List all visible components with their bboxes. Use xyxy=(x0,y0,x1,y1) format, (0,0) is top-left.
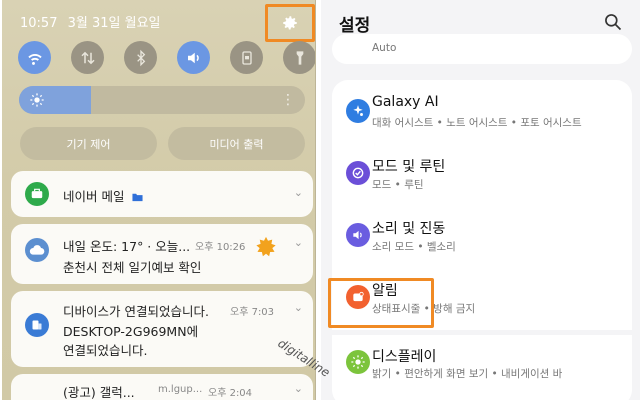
chevron-down-icon[interactable]: ⌄ xyxy=(294,301,303,314)
notification-card[interactable]: 네이버 메일 ⌄ xyxy=(11,171,313,217)
settings-item-subtitle: 밝기 • 편안하게 화면 보기 • 내비게이션 바 xyxy=(372,368,563,380)
display-icon xyxy=(346,350,370,374)
mobile-data-toggle[interactable] xyxy=(71,41,104,74)
notification-body: 춘천시 전체 일기예보 확인 xyxy=(63,260,202,275)
settings-item-display[interactable]: 디스플레이 밝기 • 편안하게 화면 보기 • 내비게이션 바 xyxy=(332,330,632,392)
settings-item-subtitle: 소리 모드 • 벨소리 xyxy=(372,241,456,253)
notification-card[interactable]: 내일 온도: 17° · 오늘... 오후 10:26 춘천시 전체 일기예보 … xyxy=(11,224,313,284)
flashlight-icon xyxy=(296,50,303,65)
gear-icon xyxy=(283,16,297,30)
settings-group: Galaxy AI 대화 어시스트 • 노트 어시스트 • 포토 어시스트 모드… xyxy=(332,80,632,400)
sun-weather-icon xyxy=(256,236,276,257)
notification-time: 오후 10:26 xyxy=(195,242,246,253)
chevron-down-icon[interactable]: ⌄ xyxy=(294,236,303,249)
notification-time: 오후 2:04 xyxy=(208,388,253,399)
volume-icon xyxy=(346,223,370,247)
mode-routine-icon xyxy=(346,161,370,185)
notification-source: m.lgup... xyxy=(158,384,203,395)
notification-time: 오후 7:03 xyxy=(230,307,275,318)
data-transfer-icon xyxy=(80,51,95,64)
settings-item-galaxy-ai[interactable]: Galaxy AI 대화 어시스트 • 노트 어시스트 • 포토 어시스트 xyxy=(332,82,632,144)
settings-item-sound-vibration[interactable]: 소리 및 진동 소리 모드 • 벨소리 xyxy=(332,206,632,268)
settings-item-modes-routines[interactable]: 모드 및 루틴 모드 • 루틴 xyxy=(332,144,632,206)
galaxy-ai-icon xyxy=(346,99,370,123)
bluetooth-icon xyxy=(136,49,145,66)
status-bar: 10:57 3월 31일 월요일 xyxy=(20,12,161,31)
notification-card[interactable]: (광고) 갤럭... m.lgup... 오후 2:04 ⌄ xyxy=(11,374,313,400)
notification-body-line2: 연결되었습니다. xyxy=(63,343,148,358)
page-title: 설정 xyxy=(339,16,371,36)
wifi-toggle[interactable] xyxy=(18,41,51,74)
notification-body-line1: DESKTOP-2G969MN에 xyxy=(63,324,199,339)
mail-app-icon xyxy=(25,182,49,206)
notification-title: (광고) 갤럭... xyxy=(63,385,135,400)
settings-screen: 설정 Auto Galaxy AI 대화 어시스트 • 노트 어시스트 • 포토… xyxy=(321,0,640,400)
settings-item-title: 디스플레이 xyxy=(372,349,437,365)
media-output-button[interactable]: 미디어 출력 xyxy=(168,127,305,160)
brightness-slider[interactable]: ⋮ xyxy=(19,86,305,114)
screenshot-composite: 10:57 3월 31일 월요일 ⋮ 기기 제어 미디어 출력 네이버 메일 ⌄… xyxy=(0,0,640,400)
quick-settings-row xyxy=(18,41,315,74)
notification-shade: 10:57 3월 31일 월요일 ⋮ 기기 제어 미디어 출력 네이버 메일 ⌄… xyxy=(2,0,316,400)
rotation-lock-toggle[interactable] xyxy=(230,41,263,74)
sound-toggle[interactable] xyxy=(177,41,210,74)
settings-item-title: Galaxy AI xyxy=(372,94,439,110)
sun-icon xyxy=(30,93,44,107)
rotation-lock-icon xyxy=(241,50,252,65)
settings-item-subtitle: 모드 • 루틴 xyxy=(372,179,424,191)
settings-item-title: 소리 및 진동 xyxy=(372,221,446,237)
chevron-down-icon[interactable]: ⌄ xyxy=(294,186,303,199)
notification-card[interactable]: 디바이스가 연결되었습니다. 오후 7:03 DESKTOP-2G969MN에 … xyxy=(11,291,313,367)
notification-title: 디바이스가 연결되었습니다. xyxy=(63,304,209,319)
clock: 10:57 xyxy=(20,16,58,31)
settings-item-title: 모드 및 루틴 xyxy=(372,159,446,175)
folder-icon xyxy=(132,193,144,202)
more-options-icon[interactable]: ⋮ xyxy=(281,91,295,109)
notification-title: 내일 온도: 17° · 오늘... xyxy=(63,239,191,254)
device-control-button[interactable]: 기기 제어 xyxy=(20,127,157,160)
date-label: 3월 31일 월요일 xyxy=(67,16,161,31)
settings-item-subtitle: 대화 어시스트 • 노트 어시스트 • 포토 어시스트 xyxy=(372,117,582,129)
highlight-box xyxy=(328,278,434,328)
settings-group-partial: Auto xyxy=(332,34,632,64)
notification-title: 네이버 메일 xyxy=(63,186,144,205)
partial-subtitle: Auto xyxy=(372,42,397,54)
search-icon[interactable] xyxy=(603,12,623,32)
bluetooth-toggle[interactable] xyxy=(124,41,157,74)
device-icon xyxy=(25,313,49,337)
wifi-icon xyxy=(27,53,42,65)
flashlight-toggle[interactable] xyxy=(283,41,315,74)
chevron-down-icon[interactable]: ⌄ xyxy=(294,382,303,395)
weather-icon xyxy=(25,238,49,262)
settings-gear-button[interactable] xyxy=(265,4,315,42)
volume-icon xyxy=(187,52,199,63)
